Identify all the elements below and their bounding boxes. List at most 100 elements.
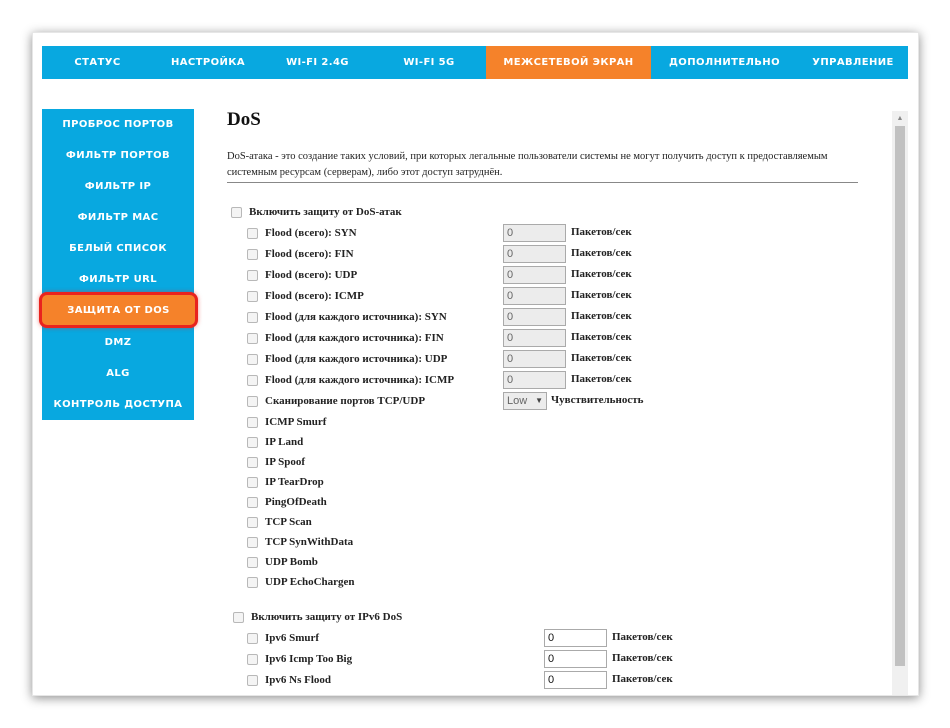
option-row: UDP Bomb xyxy=(247,552,318,572)
option-checkbox[interactable] xyxy=(247,576,258,588)
sidebar-item-port-filter[interactable]: ФИЛЬТР ПОРТОВ xyxy=(42,140,194,171)
tab-management[interactable]: УПРАВЛЕНИЕ xyxy=(798,46,908,79)
flood-rate-field[interactable]: 0 xyxy=(503,350,566,368)
option-checkbox[interactable] xyxy=(247,516,258,528)
flood-checkbox[interactable] xyxy=(247,353,258,365)
flood-checkbox[interactable] xyxy=(247,248,258,260)
sidebar-item-alg[interactable]: ALG xyxy=(42,358,194,389)
flood-checkbox[interactable] xyxy=(247,290,258,302)
flood-rate-field[interactable]: 0 xyxy=(503,224,566,242)
flood-row: Flood (для каждого источника): SYN xyxy=(247,307,447,327)
flood-unit: Пакетов/сек xyxy=(571,289,632,301)
ipv6-rate-field[interactable]: 0 xyxy=(544,629,607,647)
ipv6-unit: Пакетов/сек xyxy=(612,631,673,643)
sidebar-item-port-forwarding[interactable]: ПРОБРОС ПОРТОВ xyxy=(42,109,194,140)
router-admin-window: СТАТУС НАСТРОЙКА WI-FI 2.4G WI-FI 5G МЕЖ… xyxy=(32,32,919,696)
page-title: DoS xyxy=(227,109,261,130)
option-row: IP TearDrop xyxy=(247,472,324,492)
ipv6-row: Ipv6 Smurf xyxy=(247,628,319,648)
option-checkbox[interactable] xyxy=(247,536,258,548)
ipv6-rate-field[interactable]: 0 xyxy=(544,650,607,668)
sidebar-item-ip-filter[interactable]: ФИЛЬТР IP xyxy=(42,171,194,202)
sidebar-item-dos-protection[interactable]: ЗАЩИТА ОТ DOS xyxy=(39,292,198,328)
vertical-scrollbar[interactable]: ▲ xyxy=(892,111,908,695)
sidebar-item-whitelist[interactable]: БЕЛЫЙ СПИСОК xyxy=(42,233,194,264)
sidebar-item-dmz[interactable]: DMZ xyxy=(42,327,194,358)
flood-rate-field[interactable]: 0 xyxy=(503,308,566,326)
flood-label: Flood (для каждого источника): FIN xyxy=(265,332,444,344)
option-checkbox[interactable] xyxy=(247,476,258,488)
option-label: IP Spoof xyxy=(265,456,306,468)
sidebar-item-access-control[interactable]: КОНТРОЛЬ ДОСТУПА xyxy=(42,389,194,420)
scroll-up-icon[interactable]: ▲ xyxy=(892,111,908,125)
ipv6-label: Ipv6 Ns Flood xyxy=(265,674,332,686)
flood-label: Flood (для каждого источника): ICMP xyxy=(265,374,455,386)
option-label: ICMP Smurf xyxy=(265,416,327,428)
port-scan-checkbox[interactable] xyxy=(247,395,258,407)
flood-row: Flood (всего): UDP xyxy=(247,265,357,285)
ipv6-row: Ipv6 Ns Flood xyxy=(247,670,331,690)
ipv6-row: Ipv6 Icmp Too Big xyxy=(247,649,352,669)
ipv6-unit: Пакетов/сек xyxy=(612,673,673,685)
option-label: TCP SynWithData xyxy=(265,536,354,548)
flood-checkbox[interactable] xyxy=(247,374,258,386)
flood-unit: Пакетов/сек xyxy=(571,373,632,385)
dos-enable-checkbox[interactable] xyxy=(231,206,242,218)
flood-rate-field[interactable]: 0 xyxy=(503,287,566,305)
flood-unit: Пакетов/сек xyxy=(571,268,632,280)
tab-advanced[interactable]: ДОПОЛНИТЕЛЬНО xyxy=(651,46,798,79)
sensitivity-value: Low xyxy=(507,395,528,407)
option-row: IP Land xyxy=(247,432,303,452)
flood-rate-field[interactable]: 0 xyxy=(503,371,566,389)
sensitivity-select[interactable]: Low ▼ xyxy=(503,392,547,410)
option-checkbox[interactable] xyxy=(247,496,258,508)
sidebar-item-mac-filter[interactable]: ФИЛЬТР MAC xyxy=(42,202,194,233)
option-label: UDP EchoChargen xyxy=(265,576,355,588)
flood-label: Flood (всего): ICMP xyxy=(265,290,364,302)
flood-checkbox[interactable] xyxy=(247,269,258,281)
flood-row: Flood (всего): SYN xyxy=(247,223,357,243)
option-label: IP Land xyxy=(265,436,304,448)
ipv6-checkbox[interactable] xyxy=(247,632,258,644)
option-row: IP Spoof xyxy=(247,452,305,472)
option-row: ICMP Smurf xyxy=(247,412,326,432)
sensitivity-label: Чувствительность xyxy=(551,394,644,406)
flood-row: Flood (всего): FIN xyxy=(247,244,354,264)
ipv6-checkbox[interactable] xyxy=(247,674,258,686)
tab-settings[interactable]: НАСТРОЙКА xyxy=(153,46,263,79)
flood-rate-field[interactable]: 0 xyxy=(503,245,566,263)
tab-wifi-24g[interactable]: WI-FI 2.4G xyxy=(263,46,372,79)
option-checkbox[interactable] xyxy=(247,556,258,568)
page-description: DoS-атака - это создание таких условий, … xyxy=(227,151,828,178)
option-label: UDP Bomb xyxy=(265,556,318,568)
flood-label: Flood (для каждого источника): SYN xyxy=(265,311,447,323)
ipv6-label: Ipv6 Smurf xyxy=(265,632,320,644)
flood-rate-field[interactable]: 0 xyxy=(503,266,566,284)
port-scan-label: Сканирование портов TCP/UDP xyxy=(265,395,426,407)
top-navigation: СТАТУС НАСТРОЙКА WI-FI 2.4G WI-FI 5G МЕЖ… xyxy=(42,46,908,79)
ipv6-enable-checkbox[interactable] xyxy=(233,611,244,623)
ipv6-rate-field[interactable]: 0 xyxy=(544,671,607,689)
option-checkbox[interactable] xyxy=(247,436,258,448)
flood-label: Flood (для каждого источника): UDP xyxy=(265,353,448,365)
flood-checkbox[interactable] xyxy=(247,311,258,323)
tab-status[interactable]: СТАТУС xyxy=(42,46,153,79)
ipv6-checkbox[interactable] xyxy=(247,653,258,665)
option-label: PingOfDeath xyxy=(265,496,327,508)
flood-label: Flood (всего): SYN xyxy=(265,227,357,239)
flood-row: Flood (для каждого источника): FIN xyxy=(247,328,444,348)
port-scan-row: Сканирование портов TCP/UDP xyxy=(247,391,425,411)
scrollbar-thumb[interactable] xyxy=(895,126,905,666)
ipv6-label: Ipv6 Icmp Too Big xyxy=(265,653,353,665)
chevron-down-icon: ▼ xyxy=(535,396,543,405)
option-checkbox[interactable] xyxy=(247,416,258,428)
option-checkbox[interactable] xyxy=(247,456,258,468)
firewall-sidebar: ПРОБРОС ПОРТОВ ФИЛЬТР ПОРТОВ ФИЛЬТР IP Ф… xyxy=(39,109,198,420)
flood-checkbox[interactable] xyxy=(247,332,258,344)
flood-rate-field[interactable]: 0 xyxy=(503,329,566,347)
flood-checkbox[interactable] xyxy=(247,227,258,239)
tab-wifi-5g[interactable]: WI-FI 5G xyxy=(372,46,486,79)
dos-enable-label: Включить защиту от DoS-атак xyxy=(249,206,402,218)
tab-firewall[interactable]: МЕЖСЕТЕВОЙ ЭКРАН xyxy=(486,46,651,79)
sidebar-item-url-filter[interactable]: ФИЛЬТР URL xyxy=(42,264,194,295)
